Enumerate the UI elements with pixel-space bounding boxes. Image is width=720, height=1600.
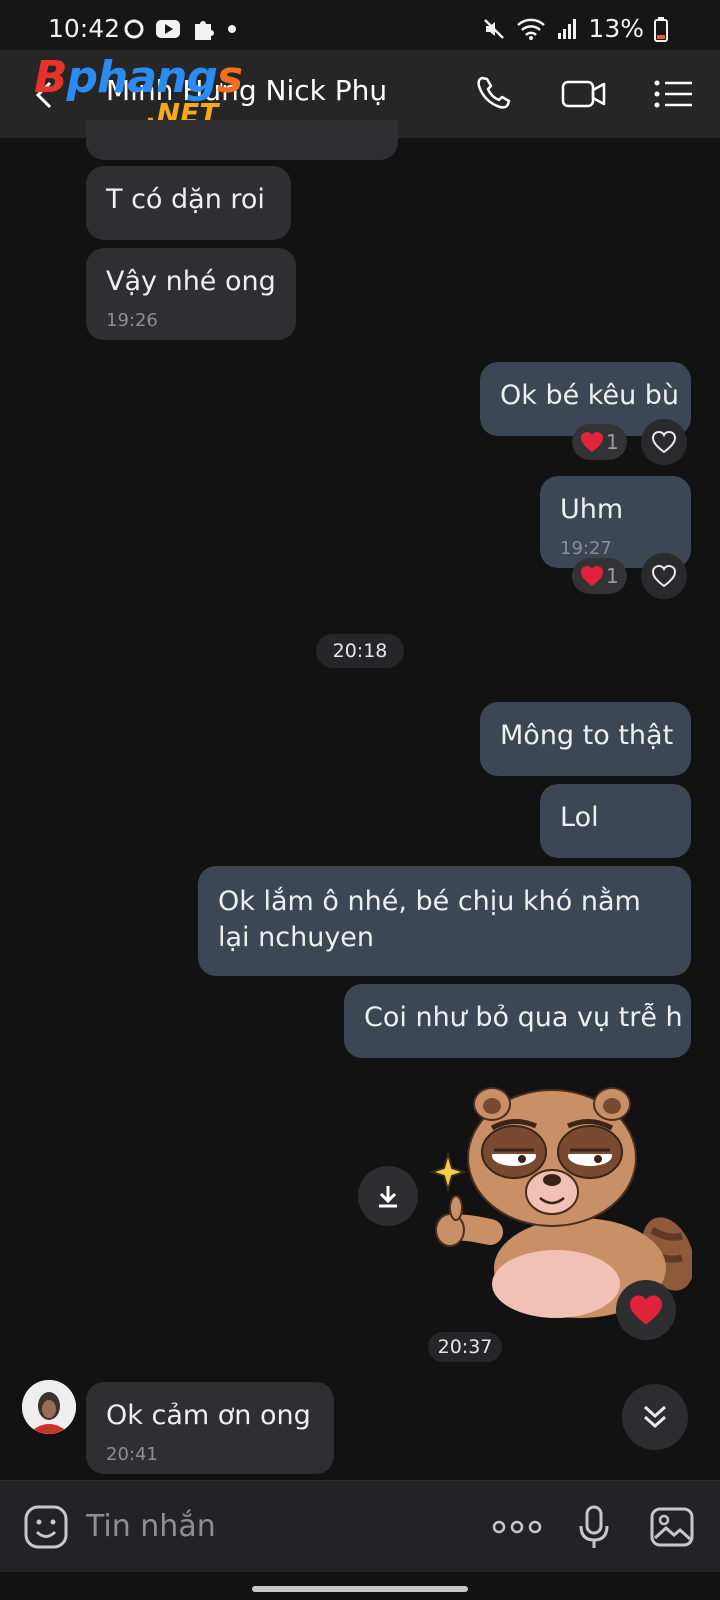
message-bubble-outgoing[interactable]: Mông to thật [480, 702, 691, 776]
date-separator: 20:37 [428, 1332, 502, 1362]
message-bubble-clipped [86, 120, 398, 160]
message-input[interactable] [86, 1503, 466, 1549]
status-bar: 10:42 13% [0, 0, 720, 50]
heart-icon [581, 432, 603, 452]
date-separator: 20:18 [316, 634, 404, 668]
image-icon [650, 1507, 694, 1547]
watermark-logo: Bphangs .NET [34, 52, 243, 130]
message-text: Vậy nhé ong [106, 266, 276, 297]
reaction-pill[interactable]: 1 [572, 558, 627, 594]
message-time: 19:26 [106, 310, 158, 331]
message-bubble-outgoing[interactable]: Lol [540, 784, 691, 858]
battery-percent: 13% [588, 14, 644, 43]
wifi-icon [517, 18, 546, 40]
gallery-button[interactable] [648, 1503, 696, 1551]
message-text: Ok bé kêu bù [500, 380, 680, 411]
heart-icon [581, 566, 603, 586]
message-text: T có dặn roi [106, 184, 265, 215]
more-options-button[interactable] [490, 1503, 544, 1551]
system-nav-bar [0, 1572, 720, 1600]
youtube-icon [156, 20, 180, 38]
message-text: Coi như bỏ qua vụ trễ h [364, 1002, 683, 1033]
home-handle[interactable] [252, 1586, 468, 1592]
download-sticker-button[interactable] [358, 1166, 418, 1226]
dot-icon [228, 25, 236, 33]
message-composer [0, 1480, 720, 1572]
status-time: 10:42 [48, 14, 121, 43]
avatar-image-icon [22, 1380, 76, 1434]
message-time: 20:41 [106, 1444, 158, 1465]
heart-outline-icon [651, 430, 677, 454]
react-button[interactable] [641, 419, 687, 465]
phone-icon [477, 76, 511, 109]
menu-list-icon [654, 80, 692, 108]
more-dots-icon [492, 1520, 542, 1534]
message-text: Ok lắm ô nhé, bé chịu khó nằm lại nchuye… [218, 886, 641, 953]
voice-call-button[interactable] [474, 74, 518, 114]
sticker-button[interactable] [22, 1503, 70, 1551]
message-text: Ok cảm ơn ong [106, 1400, 311, 1431]
message-text: Mông to thật [500, 720, 674, 751]
heart-outline-icon [651, 564, 677, 588]
avatar[interactable] [22, 1380, 76, 1434]
microphone-icon [579, 1505, 609, 1548]
video-call-button[interactable] [560, 74, 606, 114]
download-icon [379, 1186, 397, 1208]
mute-icon [484, 18, 505, 39]
message-bubble-incoming[interactable]: Vậy nhé ong 19:26 [86, 248, 296, 340]
message-bubble-outgoing[interactable]: Ok lắm ô nhé, bé chịu khó nằm lại nchuye… [198, 866, 691, 976]
battery-icon [654, 16, 668, 42]
scroll-to-bottom-button[interactable] [622, 1384, 688, 1450]
voice-message-button[interactable] [570, 1503, 618, 1551]
heart-icon [630, 1295, 662, 1325]
message-bubble-outgoing[interactable]: Coi như bỏ qua vụ trễ h [344, 984, 691, 1058]
video-icon [561, 80, 606, 108]
react-button[interactable] [641, 553, 687, 599]
double-chevron-down-icon [643, 1405, 667, 1429]
chat-menu-button[interactable] [652, 74, 696, 114]
emoji-sticker-icon [24, 1505, 68, 1549]
message-bubble-incoming[interactable]: Ok cảm ơn ong 20:41 [86, 1382, 334, 1474]
reaction-count: 1 [606, 564, 619, 588]
signal-icon [558, 18, 577, 39]
message-time: 19:27 [560, 538, 612, 559]
record-icon [124, 19, 144, 39]
message-bubble-incoming[interactable]: T có dặn roi [86, 166, 291, 240]
message-text: Lol [560, 802, 599, 833]
sticker-reaction[interactable] [616, 1280, 676, 1340]
reaction-pill[interactable]: 1 [572, 424, 627, 460]
message-text: Uhm [560, 494, 624, 525]
reaction-count: 1 [606, 430, 619, 454]
puzzle-icon [195, 21, 214, 40]
